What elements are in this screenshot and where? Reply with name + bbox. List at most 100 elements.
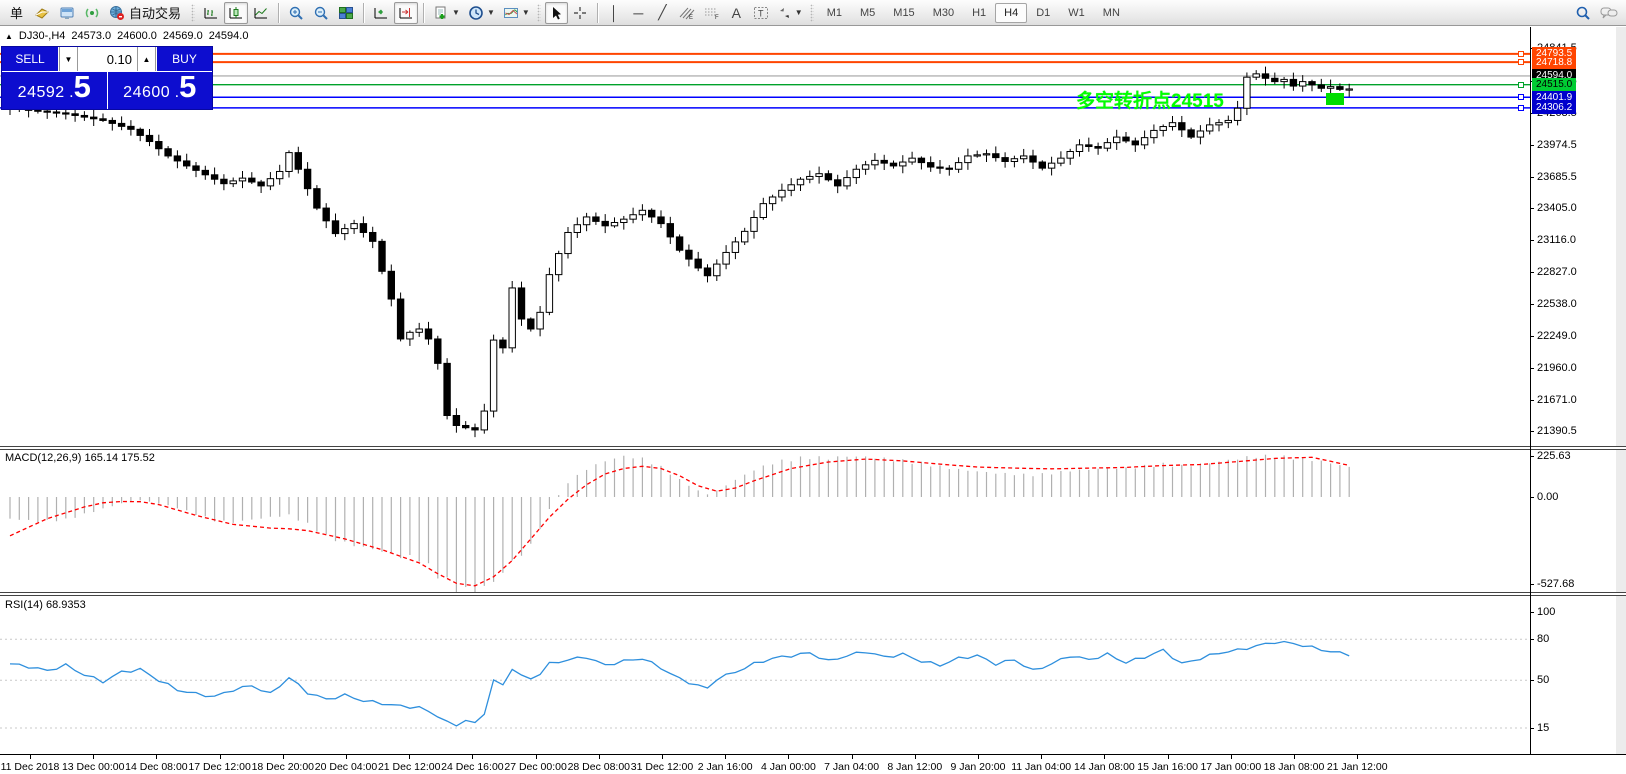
buy-button[interactable]: BUY [156, 47, 212, 71]
time-tick [915, 755, 916, 759]
timeframe-m30-button[interactable]: M30 [924, 3, 963, 23]
time-tick [978, 755, 979, 759]
autotrading-label: 自动交易 [126, 3, 184, 22]
auto-scroll-button[interactable] [369, 2, 393, 24]
axis-tick [1530, 304, 1534, 305]
axis-tick [1530, 208, 1534, 209]
toolbar-grip [810, 4, 814, 22]
hline-handle[interactable] [1518, 105, 1524, 111]
text-button[interactable]: A [725, 2, 748, 24]
candlestick-icon [227, 4, 245, 22]
rsi-canvas[interactable] [0, 596, 1530, 754]
cursor-button[interactable] [545, 2, 568, 24]
tile-windows-icon [337, 4, 355, 22]
time-tick [156, 755, 157, 759]
time-axis-label: 14 Jan 08:00 [1074, 761, 1135, 773]
text-icon: A [732, 5, 741, 21]
horizontal-line-button[interactable]: ─ [627, 2, 650, 24]
buy-price-main: 24600 [123, 84, 170, 102]
timeframe-h4-button[interactable]: H4 [995, 3, 1027, 23]
hline-handle[interactable] [1518, 51, 1524, 57]
line-chart-icon [252, 4, 270, 22]
price-axis-label: 23116.0 [1537, 234, 1576, 246]
fibonacci-button[interactable]: F [700, 2, 724, 24]
axis-tick [1530, 336, 1534, 337]
time-tick [1104, 755, 1105, 759]
search-icon [1574, 4, 1592, 22]
axis-tick [1530, 368, 1534, 369]
crosshair-button[interactable] [569, 2, 592, 24]
text-label-button[interactable]: T [749, 2, 773, 24]
axis-tick [1530, 240, 1534, 241]
trendline-button[interactable]: ╱ [651, 2, 674, 24]
timeframe-h1-button[interactable]: H1 [963, 3, 995, 23]
time-axis-label: 21 Jan 12:00 [1327, 761, 1388, 773]
timeframe-m15-button[interactable]: M15 [884, 3, 923, 23]
sell-price-main: 24592 [18, 84, 65, 102]
line-chart-mode-button[interactable] [249, 2, 273, 24]
timeframe-mn-button[interactable]: MN [1094, 3, 1129, 23]
chart-annotation-text[interactable]: 多空转折点24515 [1076, 86, 1224, 113]
price-axis-label: 21671.0 [1537, 394, 1577, 406]
green-rectangle-object[interactable] [1326, 93, 1344, 105]
time-tick [788, 755, 789, 759]
timeframe-m5-button[interactable]: M5 [851, 3, 884, 23]
search-button[interactable] [1571, 2, 1595, 24]
toolbar-separator [597, 3, 598, 23]
hline-handle[interactable] [1518, 82, 1524, 88]
indicators-button[interactable]: ▼ [499, 2, 533, 24]
dropdown-arrow-icon: ▼ [487, 8, 495, 17]
time-tick [346, 755, 347, 759]
timeframe-m1-button[interactable]: M1 [818, 3, 851, 23]
buy-price[interactable]: 24600 .5 [108, 72, 213, 109]
arrows-icon [777, 5, 793, 21]
time-tick [472, 755, 473, 759]
channel-icon: E [678, 5, 696, 21]
new-order-button[interactable]: 单 [4, 2, 29, 24]
chat-icon [1599, 4, 1619, 22]
time-axis-label: 31 Dec 12:00 [631, 761, 693, 773]
bar-chart-mode-button[interactable] [199, 2, 223, 24]
zoom-in-button[interactable] [284, 2, 308, 24]
fibonacci-icon: F [703, 5, 721, 21]
axis-tick [1530, 456, 1534, 457]
hline-handle[interactable] [1518, 94, 1524, 100]
book-icon [33, 4, 51, 22]
bar-chart-icon [202, 4, 220, 22]
periods-button[interactable]: ▼ [464, 2, 498, 24]
price-chart-canvas[interactable] [0, 40, 1530, 446]
time-tick [1294, 755, 1295, 759]
macd-canvas[interactable] [0, 450, 1530, 593]
macd-axis-label: -527.68 [1537, 578, 1574, 590]
market-watch-button[interactable] [55, 2, 79, 24]
signals-button[interactable] [80, 2, 104, 24]
vertical-line-button[interactable]: │ [603, 2, 626, 24]
hline-handle[interactable] [1518, 59, 1524, 65]
tile-windows-button[interactable] [334, 2, 358, 24]
timeframe-d1-button[interactable]: D1 [1027, 3, 1059, 23]
new-chart-button[interactable]: ▼ [429, 2, 463, 24]
lot-increase-button[interactable]: ▲ [137, 47, 156, 71]
chat-button[interactable] [1596, 2, 1622, 24]
sell-price[interactable]: 24592 .5 [2, 72, 107, 109]
indicators-icon [502, 4, 520, 22]
trendline-icon: ╱ [658, 4, 666, 21]
history-center-button[interactable] [30, 2, 54, 24]
rsi-axis-label: 100 [1537, 606, 1555, 618]
sell-button[interactable]: SELL [2, 47, 59, 71]
time-axis[interactable]: 11 Dec 201813 Dec 00:0014 Dec 08:0017 De… [0, 754, 1626, 774]
main-toolbar: 单 自动交易 ▼ ▼ [0, 0, 1626, 26]
autotrading-button[interactable]: 自动交易 [105, 2, 187, 24]
zoom-out-button[interactable] [309, 2, 333, 24]
time-axis-label: 13 Dec 00:00 [62, 761, 124, 773]
axis-tick [1530, 680, 1534, 681]
lot-size-input[interactable]: 0.10 [78, 47, 137, 71]
channel-button[interactable]: E [675, 2, 699, 24]
lot-decrease-button[interactable]: ▼ [59, 47, 78, 71]
timeframe-w1-button[interactable]: W1 [1059, 3, 1094, 23]
candlestick-mode-button[interactable] [224, 2, 248, 24]
rsi-axis-label: 50 [1537, 674, 1549, 686]
arrows-button[interactable]: ▼ [774, 2, 806, 24]
chart-shift-button[interactable] [394, 2, 418, 24]
time-tick [93, 755, 94, 759]
